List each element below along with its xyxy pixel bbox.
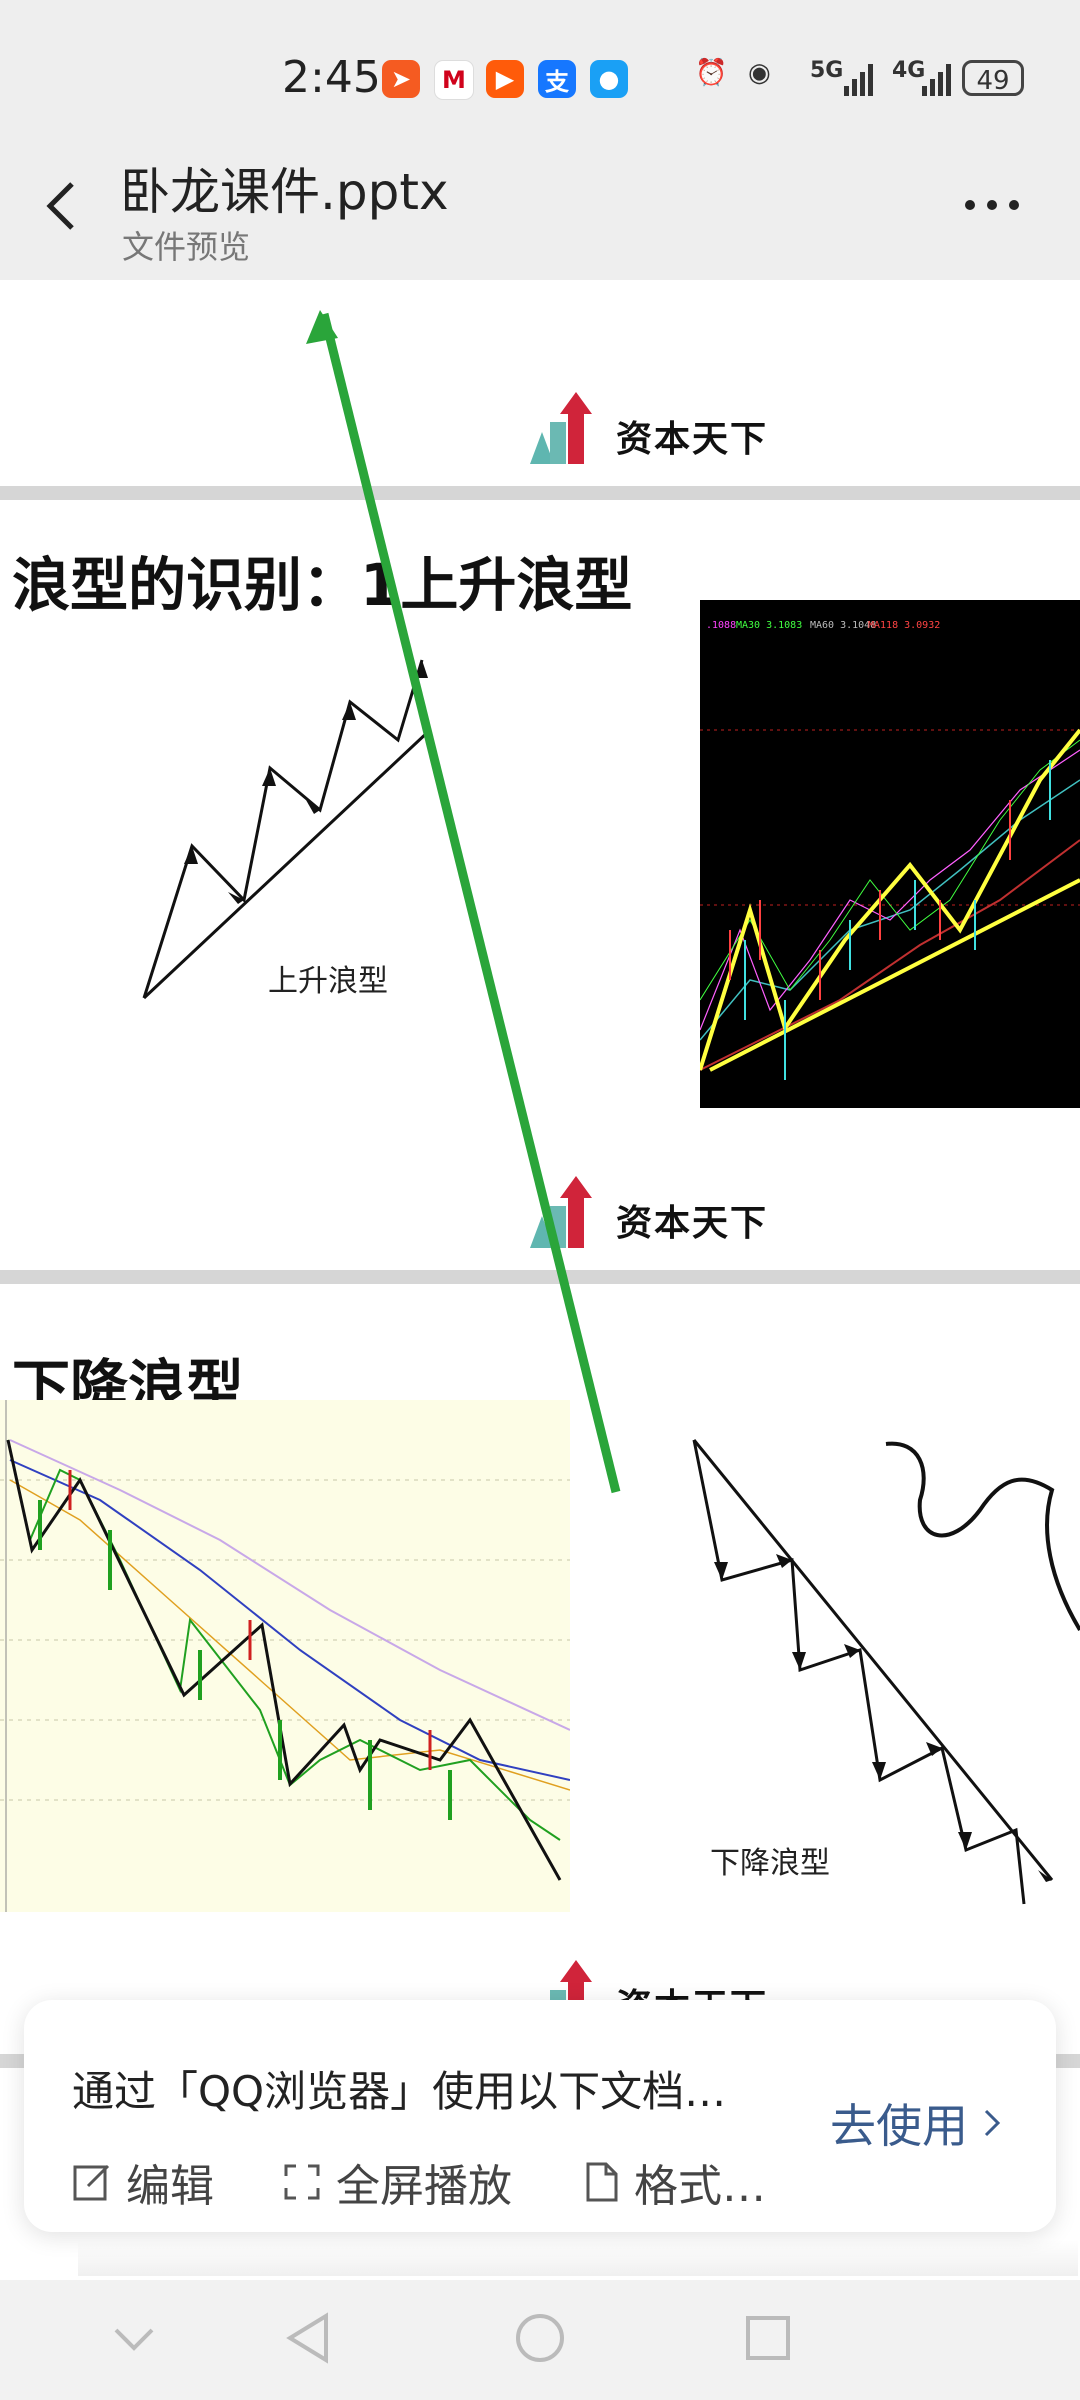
alipay-app-icon: 支 [538,60,576,98]
brand-logo: 资本天下 [524,1960,824,2000]
logo-text: 资本天下 [616,418,769,460]
fullscreen-icon [284,2164,320,2200]
slide-2-title: 浪型的识别：1上升浪型 [12,551,633,619]
use-button-label: 去使用 [830,2099,968,2153]
logo-text: 资本天下 [616,1978,768,2000]
logo-text: 资本天下 [616,1202,769,1244]
svg-text:MA60 3.1048: MA60 3.1048 [810,620,876,631]
brand-logo: 资本天下 [524,392,824,464]
fullscreen-play-label: 全屏播放 [336,2161,512,2212]
svg-text:.1088: .1088 [706,620,736,631]
logo-arrows-icon [530,1176,592,1248]
format-action[interactable]: 格式… [584,2150,766,2214]
rising-stock-chart: .1088 MA30 3.1083 MA60 3.1048MA118 3.0932 [700,600,1080,1108]
chevron-right-icon [984,2109,1001,2137]
brand-logo: 资本天下 [524,1176,824,1248]
edit-label: 编辑 [126,2161,214,2212]
falling-stock-chart [0,1400,570,1912]
document-subtitle: 文件预览 [122,228,251,266]
nav-home-icon[interactable] [514,2312,566,2364]
falling-wave-caption: 下降浪型 [710,1846,830,1881]
send-app-icon: ➤ [382,60,420,98]
signal-5g-icon [844,64,873,96]
battery-indicator: 49 [962,60,1024,96]
chat-app-icon: ● [590,60,628,98]
alarm-icon: ⏰ [695,58,728,88]
kuaishou-app-icon: ▶ [486,60,524,98]
promo-message: 通过「QQ浏览器」使用以下文档… [72,2067,727,2116]
logo-arrows-icon [550,1960,592,2000]
edit-icon [73,2164,110,2201]
svg-text:MA30 3.1083: MA30 3.1083 [736,620,802,631]
nav-recents-icon[interactable] [744,2314,792,2362]
svg-text:MA118 3.0932: MA118 3.0932 [868,620,940,631]
document-title: 卧龙课件.pptx [120,163,449,221]
edit-action[interactable]: 编辑 [72,2150,214,2214]
more-options-icon[interactable] [962,190,1022,220]
fullscreen-play-action[interactable]: 全屏播放 [282,2150,512,2214]
rising-wave-caption: 上升浪型 [268,964,388,999]
document-icon [586,2162,618,2202]
format-label: 格式… [634,2161,766,2212]
signal-4g-icon [922,64,951,96]
securities-app-icon: M [434,60,474,100]
use-button[interactable]: 去使用 [830,2090,1002,2156]
slide-4-preview-strip [78,2240,1078,2276]
signal-5g-label: 5G [810,58,844,83]
slide-separator [0,486,1080,500]
back-arrow-icon[interactable] [40,178,80,234]
nav-back-icon[interactable] [284,2312,332,2364]
logo-arrows-icon [530,392,592,464]
status-time: 2:45 [282,52,381,103]
hotspot-icon: ◉ [748,58,771,88]
open-in-browser-card: 通过「QQ浏览器」使用以下文档… 编辑 全屏播放 格式… 去使用 [24,2000,1056,2232]
slide-separator [0,1270,1080,1284]
hide-keyboard-chevron-icon[interactable] [112,2326,156,2354]
